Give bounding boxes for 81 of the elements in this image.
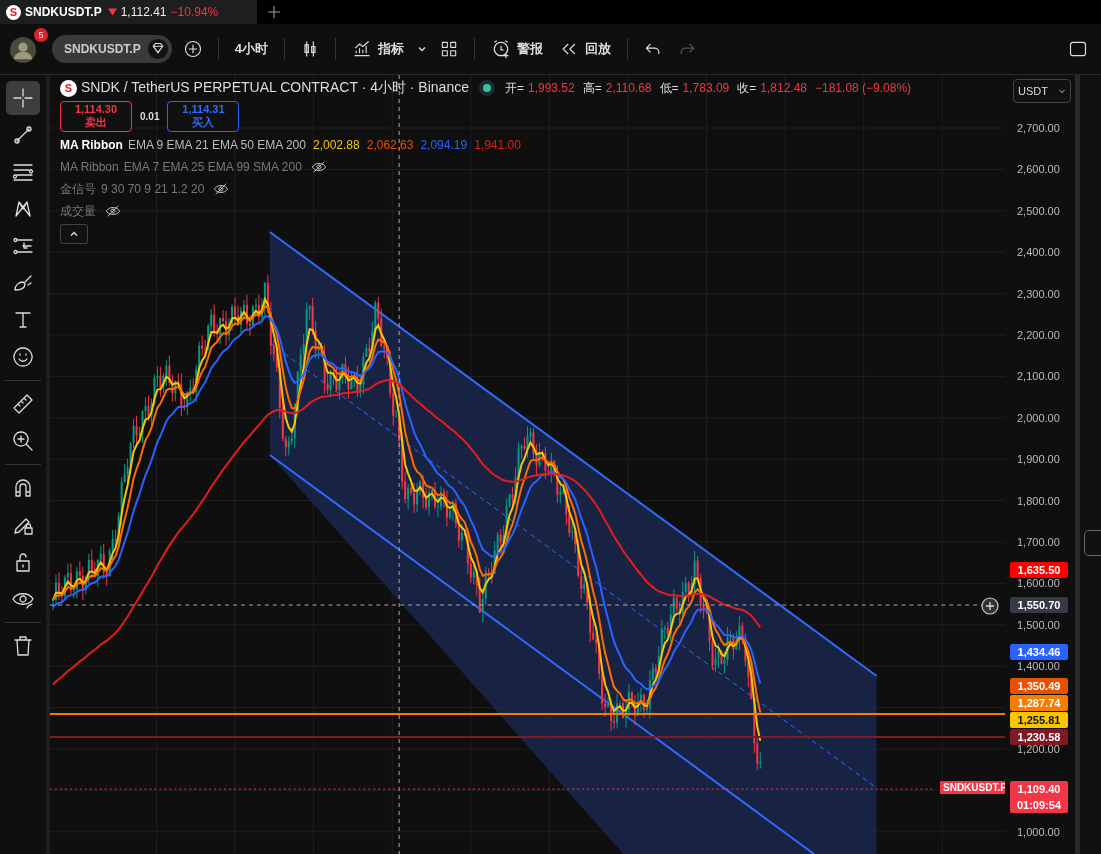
ohlc-label: 收= [737,79,757,97]
drawing-tool-button[interactable] [6,81,40,115]
hidden-eye-icon[interactable] [310,159,327,175]
price-tick-label: 2,200.00 [1017,328,1060,343]
symbol-search[interactable]: SNDKUSDT.P [52,35,172,63]
price-tag: 1,434.46 [1010,644,1068,660]
price-tick-label: 1,900.00 [1017,452,1060,468]
ohlc-value: 2,110.68 [605,81,652,95]
buy-button[interactable]: 1,114.31 买入 [167,101,240,132]
indicator-value: 1,941.00 [474,138,521,152]
add-icon[interactable] [980,596,1000,616]
new-tab-icon[interactable] [267,5,281,19]
price-tick-label: 1,700.00 [1017,535,1060,550]
indicator-value: 2,094.19 [420,138,468,152]
price-change: −181.08 (−9.08%) [815,81,912,95]
indicator-value: 2,062.63 [366,138,414,152]
ohlc-label: 低= [659,79,679,97]
alert-button[interactable]: 警报 [486,37,547,61]
ohlc-value: 1,783.09 [682,81,730,95]
hidden-eye-icon[interactable] [213,181,230,197]
price-tick-label: 1,600.00 [1017,576,1060,592]
price-tag: 1,255.81 [1010,712,1068,728]
indicator-value: 2,002.88 [313,138,360,152]
tab-price: 1,112.41 [120,5,167,19]
price-tag: 1,350.49 [1010,678,1068,694]
notification-badge: 5 [34,28,48,42]
ohlc-value: 1,993.52 [528,81,575,95]
price-tick-label: 2,400.00 [1017,245,1060,261]
zoom-in-icon [11,429,35,453]
caret-icon [1058,87,1066,95]
price-tick-label: 1,000.00 [1017,824,1060,840]
smiley-icon [11,345,35,369]
down-arrow-icon [107,8,117,16]
indicator-params: 9 30 70 9 21 1.2 20 [101,182,205,196]
trend-line-icon [11,123,35,147]
price-tick-label: 2,600.00 [1017,162,1060,178]
sell-button[interactable]: 1,114.30 卖出 [60,101,132,132]
collapse-button[interactable] [60,224,88,244]
price-tag: 1,635.50 [1010,562,1068,578]
currency-dropdown[interactable]: USDT [1013,79,1071,103]
chart-title: SNDK / TetherUS PERPETUAL CONTRACT · 4小时 · Binance [81,79,469,97]
price-tick-label: 1,800.00 [1017,493,1060,509]
indicator-params: EMA 7 EMA 25 EMA 99 SMA 200 [123,160,302,174]
indicator-name[interactable]: MA Ribbon [60,160,119,174]
price-tick-label: 2,700.00 [1017,121,1060,136]
price-tick-label: 2,100.00 [1017,369,1060,385]
indicator-name[interactable]: MA Ribbon [60,138,123,152]
price-tick-label: 1,400.00 [1017,659,1060,675]
market-status-icon [478,80,495,96]
price-tick-label: 1,500.00 [1017,617,1060,633]
symbol-text: SNDKUSDT.P [64,42,141,56]
spread-value: 0.01 [140,111,160,122]
logo-icon: S [6,4,21,20]
price-tick-label: 2,500.00 [1017,203,1060,219]
crosshair-icon [11,86,35,110]
symbol-tab[interactable]: S SNDKUSDT.P 1,112.41 −10.94% [0,0,257,24]
price-tick-label: 2,000.00 [1017,410,1060,426]
price-tag: 1,550.70 [1010,597,1068,613]
channel-drawing[interactable] [268,231,878,854]
fullscreen-icon[interactable] [1068,39,1088,59]
interval-button[interactable]: 4小时 [230,38,272,60]
indicators-button[interactable]: 指标 [347,37,408,61]
indicator-params: EMA 9 EMA 21 EMA 50 EMA 200 [127,138,306,152]
indicator-name[interactable]: 成交量 [60,202,96,220]
price-tag: 1,287.74 [1010,695,1068,711]
price-tick-label: 1,200.00 [1017,743,1060,757]
tab-symbol: SNDKUSDT.P [25,5,102,19]
tab-change: −10.94% [170,5,219,19]
replay-button[interactable]: 回放 [554,37,615,61]
avatar-icon[interactable] [10,37,36,63]
ruler-icon [11,392,35,416]
ohlc-value: 1,812.48 [760,81,807,95]
ohlc-label: 开= [504,79,524,97]
add-icon[interactable] [182,39,203,59]
hidden-eye-icon[interactable] [105,203,121,219]
ohlc-label: 高= [582,79,602,97]
price-tick-label: 2,300.00 [1017,286,1060,302]
price-tag: 1,109.40 01:09:54 [1010,781,1068,813]
logo-icon: S [60,79,77,97]
price-tag: 1,230.58 [1010,729,1068,745]
indicator-name[interactable]: 金信号 [60,180,96,198]
